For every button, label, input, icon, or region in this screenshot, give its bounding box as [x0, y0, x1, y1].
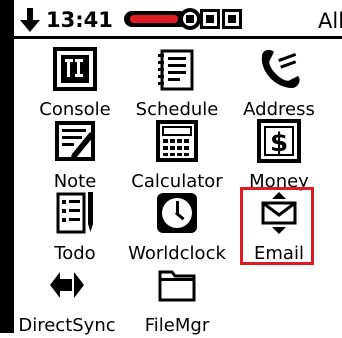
status-bar: 13:41 All	[14, 0, 342, 38]
address-icon	[261, 49, 300, 88]
app-schedule[interactable]: Schedule	[122, 46, 232, 122]
filemgr-icon	[158, 270, 196, 302]
category-filter[interactable]: All	[318, 8, 342, 34]
app-note[interactable]: Note	[20, 118, 130, 194]
app-address[interactable]: Address	[224, 46, 334, 122]
money-icon: $	[257, 119, 301, 163]
note-icon	[55, 121, 95, 161]
launcher-screen: 13:41 All Console Schedule Address Note …	[0, 0, 342, 336]
status-indicator-icon[interactable]	[200, 9, 220, 29]
directsync-icon	[50, 272, 84, 298]
down-arrow-icon[interactable]	[20, 8, 40, 32]
selection-highlight	[240, 187, 314, 265]
todo-icon	[56, 192, 93, 234]
app-worldclock[interactable]: Worldclock	[122, 190, 232, 266]
svg-text:$: $	[270, 128, 288, 158]
status-divider	[14, 36, 342, 39]
app-filemgr[interactable]: FileMgr	[122, 262, 232, 338]
worldclock-icon	[157, 193, 197, 233]
clock: 13:41	[46, 8, 113, 32]
battery-icon	[124, 8, 201, 30]
status-indicator-icon[interactable]	[222, 9, 242, 29]
app-directsync[interactable]: DirectSync	[4, 262, 130, 338]
app-console[interactable]: Console	[20, 46, 130, 122]
app-money[interactable]: $ Money	[224, 118, 334, 194]
calculator-icon	[156, 120, 198, 162]
app-todo[interactable]: Todo	[20, 190, 130, 266]
app-calculator[interactable]: Calculator	[122, 118, 232, 194]
console-icon	[53, 47, 97, 91]
schedule-icon	[158, 49, 194, 91]
